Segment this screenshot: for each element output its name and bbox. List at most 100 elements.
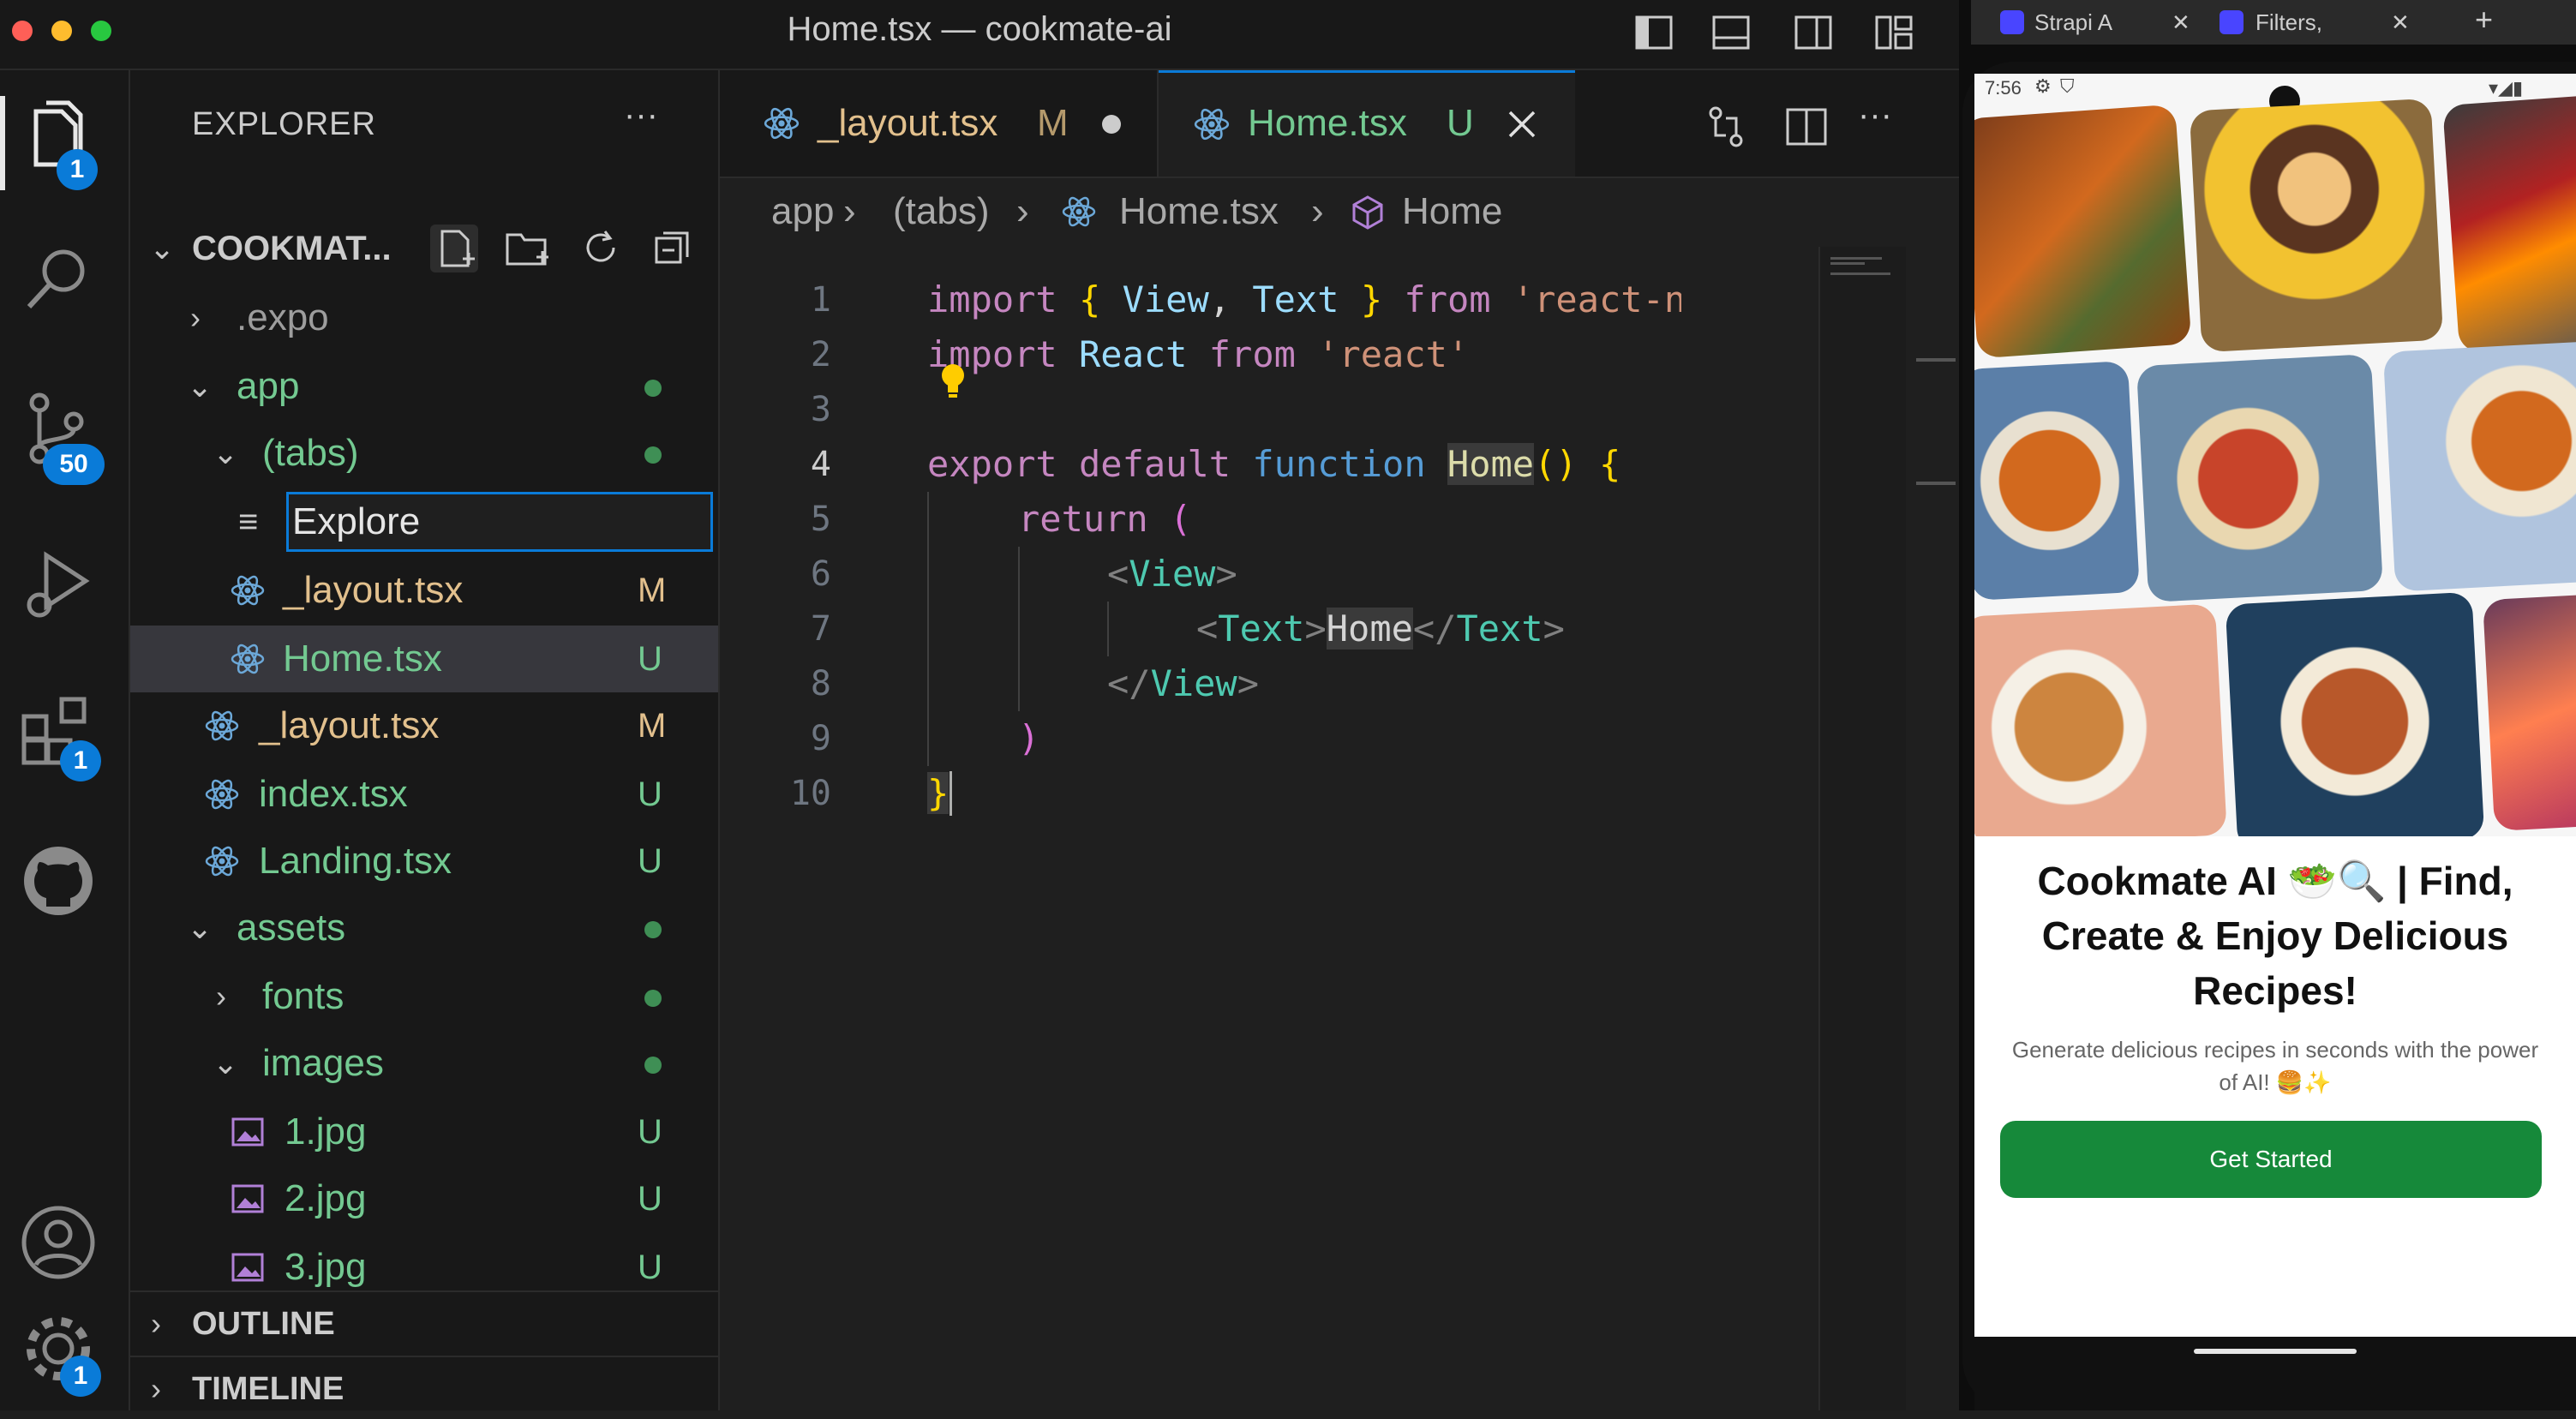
tree-folder-images[interactable]: ⌄ images [130,1030,718,1097]
tree-folder-tabs[interactable]: ⌄ (tabs) [130,420,718,487]
tab-layout[interactable]: _layout.tsx M [720,70,1159,177]
phone-bottom-bezel [1974,1337,2576,1410]
outline-section[interactable]: › OUTLINE [130,1294,718,1354]
minimap-line [1830,272,1890,275]
tab-home[interactable]: Home.tsx U [1159,70,1575,177]
git-status: U [638,640,662,678]
line-number: 1 [810,280,831,320]
close-tab-icon[interactable]: ✕ [2391,5,2410,39]
overview-ruler-mark [1916,482,1956,485]
indent-guide [1107,602,1109,656]
accounts-icon[interactable] [17,1201,99,1284]
customize-layout-icon[interactable] [1873,12,1914,53]
browser-tab-strapi[interactable]: Strapi A ✕ [2000,5,2209,39]
browser-tab-filters[interactable]: Filters, ✕ [2220,5,2429,39]
close-tab-icon[interactable]: ✕ [2172,5,2190,39]
more-actions-button[interactable]: ··· [1858,96,1892,135]
untracked-dot-icon [644,921,662,938]
explorer-more-button[interactable]: ··· [624,96,658,135]
project-name: COOKMAT... [192,230,392,267]
tree-file-home[interactable]: Home.tsx U [130,626,718,692]
tree-item-label: app [237,365,300,407]
toggle-panel-icon[interactable] [1710,12,1752,53]
breadcrumb-app[interactable]: app [771,190,834,233]
tree-folder-app[interactable]: ⌄ app [130,353,718,420]
minimap[interactable] [1818,247,1906,1410]
content-card: Cookmate AI 🥗🔍 | Find, Create & Enjoy De… [1974,836,2576,1337]
tree-folder-fonts[interactable]: › fonts [130,963,718,1030]
line-number: 7 [810,609,831,649]
untracked-dot-icon [644,1057,662,1074]
line-number: 2 [810,335,831,374]
tree-item-label: (tabs) [262,432,359,474]
code-line-4: export default function Home() { [927,443,1621,485]
git-status: M [638,707,667,745]
git-status: U [638,775,662,813]
line-number: 8 [810,664,831,704]
code-line-9: ) [1018,717,1040,759]
tree-folder-assets[interactable]: ⌄ assets [130,895,718,961]
line-number: 9 [810,719,831,758]
code-line-5: return ( [1018,498,1192,540]
lightbulb-icon[interactable] [939,362,967,403]
get-started-button[interactable]: Get Started [2000,1121,2542,1198]
code-line-6: <View> [1107,553,1237,595]
gesture-bar[interactable] [2194,1349,2357,1354]
code-editor[interactable]: app › (tabs) › Home.tsx › Home 1 2 3 4 5… [720,178,1959,1410]
breadcrumb-file[interactable]: Home.tsx [1119,190,1279,233]
explorer-sidebar: EXPLORER ··· ⌄ COOKMAT... › .expo ⌄ app … [130,70,720,1410]
indent-guide [1018,547,1020,711]
github-icon[interactable] [17,840,99,922]
search-icon[interactable] [17,238,99,320]
line-number-active: 4 [810,445,831,484]
new-file-icon[interactable] [430,225,478,272]
tree-new-file-row: ≡ [130,488,718,555]
refresh-icon[interactable] [579,226,622,269]
wifi-status-icon: ▾◢▮ [2489,77,2524,99]
phone-screen[interactable]: 7:56 ⚙ ⛉ ▾◢▮ Cookmate AI 🥗🔍 | Find, Crea… [1974,74,2576,1337]
image-file-icon [231,1184,264,1213]
tree-file-index[interactable]: index.tsx U [130,761,718,828]
tree-file-app-layout[interactable]: _layout.tsx M [130,692,718,759]
status-time: 7:56 [1985,77,2022,99]
toggle-primary-sidebar-icon[interactable] [1633,12,1674,53]
run-and-debug-icon[interactable] [17,542,99,624]
split-editor-icon[interactable] [1784,105,1829,149]
close-tab-icon[interactable] [1507,109,1537,140]
chevron-down-icon: ⌄ [149,231,176,266]
new-folder-icon[interactable] [504,228,552,269]
tree-file-2-jpg[interactable]: 2.jpg U [130,1165,718,1232]
extensions-badge: 1 [60,740,101,781]
untracked-dot-icon [644,446,662,464]
chevron-right-icon: › [843,190,856,232]
breadcrumb-tabs[interactable]: (tabs) [893,190,989,233]
collapse-all-icon[interactable] [651,226,694,269]
food-image [2136,354,2384,602]
toggle-secondary-sidebar-icon[interactable] [1793,12,1834,53]
tree-item-label: index.tsx [259,773,408,815]
activity-bar: 1 50 1 1 [0,70,130,1410]
tree-item-label: _layout.tsx [283,569,464,611]
project-header[interactable]: ⌄ COOKMAT... [130,216,718,281]
cube-icon [1352,195,1383,230]
new-tab-plus-icon[interactable]: + [2475,2,2493,38]
chevron-right-icon: › [1016,190,1029,232]
tree-file-landing[interactable]: Landing.tsx U [130,828,718,895]
rename-input[interactable] [286,492,713,552]
tree-item-label: fonts [262,975,344,1017]
unsaved-dot-icon[interactable] [1102,115,1121,134]
code-line-1: import { View, Text } from 'react-native [927,278,1681,320]
code-line-8: </View> [1107,662,1260,704]
code-line-7: <Text>Home</Text> [1196,608,1565,650]
explorer-title: EXPLORER [192,106,376,142]
tree-file-1-jpg[interactable]: 1.jpg U [130,1099,718,1165]
app-heading: Cookmate AI 🥗🔍 | Find, Create & Enjoy De… [2037,859,2513,1013]
tree-file-tabs-layout[interactable]: _layout.tsx M [130,557,718,624]
compare-changes-icon[interactable] [1704,105,1748,149]
react-file-icon [1194,108,1230,141]
code-line-10: } [927,772,950,814]
chef-image [2189,98,2444,353]
image-file-icon [231,1253,264,1282]
breadcrumb-symbol[interactable]: Home [1402,190,1502,233]
tree-folder-expo[interactable]: › .expo [130,284,718,351]
